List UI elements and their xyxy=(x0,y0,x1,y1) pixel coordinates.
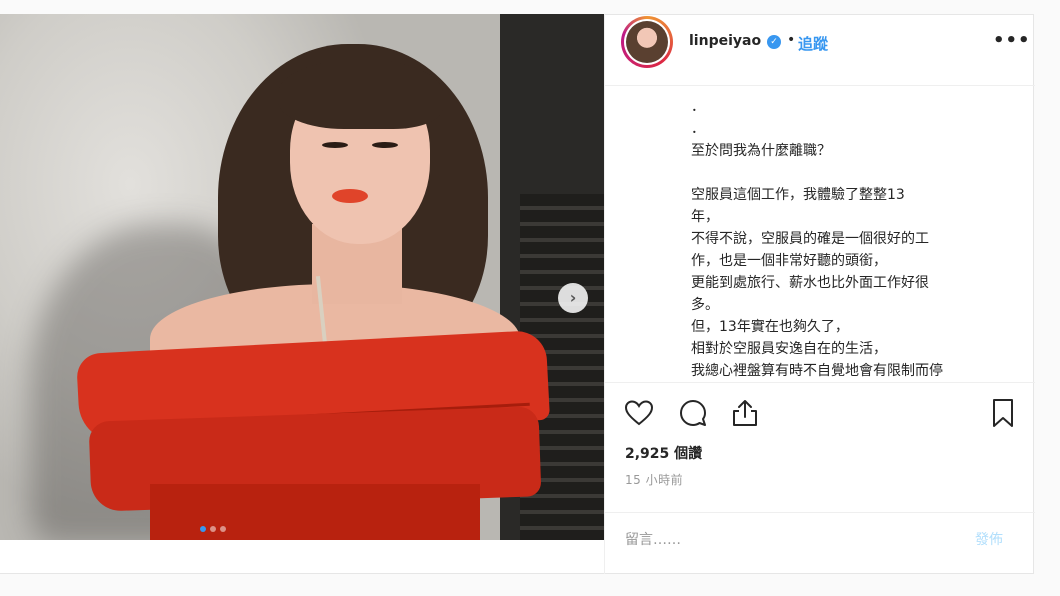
share-icon[interactable] xyxy=(729,397,761,429)
verified-badge-icon: ✓ xyxy=(767,35,781,49)
photo-bangs xyxy=(278,59,443,129)
avatar[interactable] xyxy=(624,19,670,65)
caption-line: 作，也是一個非常好聽的頭銜， xyxy=(691,253,887,269)
caption-line: ． xyxy=(691,121,705,137)
comment-icon[interactable] xyxy=(677,397,709,429)
caption-line: 我總心裡盤算有時不自覺地會有限制而停 xyxy=(691,363,943,379)
post-comment-button[interactable]: 發佈 xyxy=(975,529,1003,549)
chevron-right-icon: › xyxy=(569,288,577,307)
caption-line xyxy=(691,162,1011,184)
caption-line: 不得不說，空服員的確是一個很好的工 xyxy=(691,231,929,247)
comment-form: 發佈 xyxy=(605,512,1035,574)
avatar-story-ring[interactable] xyxy=(621,16,673,68)
caption-line: 多。 xyxy=(691,297,719,313)
comment-input[interactable] xyxy=(625,529,955,551)
photo-eye-left xyxy=(322,142,348,148)
carousel-dot-2 xyxy=(210,526,216,532)
carousel-dot-1 xyxy=(200,526,206,532)
photo-lips xyxy=(332,189,368,203)
caption-line: 空服員這個工作，我體驗了整整13 xyxy=(691,187,905,203)
post-actions: 2,925 個讚 15 小時前 xyxy=(605,382,1035,512)
next-photo-button[interactable]: › xyxy=(558,283,588,313)
heart-icon[interactable] xyxy=(623,397,655,429)
more-options-icon[interactable]: ••• xyxy=(993,30,1031,51)
caption-line: 更能到處旅行、薪水也比外面工作好很 xyxy=(691,275,929,291)
caption-line: ． xyxy=(691,99,705,115)
carousel-indicator xyxy=(200,526,226,532)
caption-line: 相對於空服員安逸自在的生活， xyxy=(691,341,887,357)
bookmark-icon[interactable] xyxy=(987,397,1019,429)
photo-eye-right xyxy=(372,142,398,148)
follow-button[interactable]: 追蹤 xyxy=(798,33,828,54)
likes-count[interactable]: 2,925 個讚 xyxy=(625,443,702,463)
caption-line: 年， xyxy=(691,209,719,225)
post-caption: ． ． 至於問我為什麼離職？ 空服員這個工作，我體驗了整整13 年， 不得不說，… xyxy=(691,96,1011,381)
post-timestamp[interactable]: 15 小時前 xyxy=(625,471,683,488)
post-sidebar: linpeiyao ✓ • 追蹤 ••• ． ． 至於問我為什麼離職？ 空服員這… xyxy=(604,14,1035,574)
avatar-image xyxy=(626,21,668,63)
header-separator: • xyxy=(787,32,796,48)
caption-line: 至於問我為什麼離職？ xyxy=(691,143,831,159)
post-header: linpeiyao ✓ • 追蹤 ••• xyxy=(605,14,1035,86)
caption-line: 但，13年實在也夠久了， xyxy=(691,319,849,335)
carousel-dot-3 xyxy=(220,526,226,532)
post-photo[interactable]: › xyxy=(0,14,604,540)
username-link[interactable]: linpeiyao xyxy=(689,33,761,49)
